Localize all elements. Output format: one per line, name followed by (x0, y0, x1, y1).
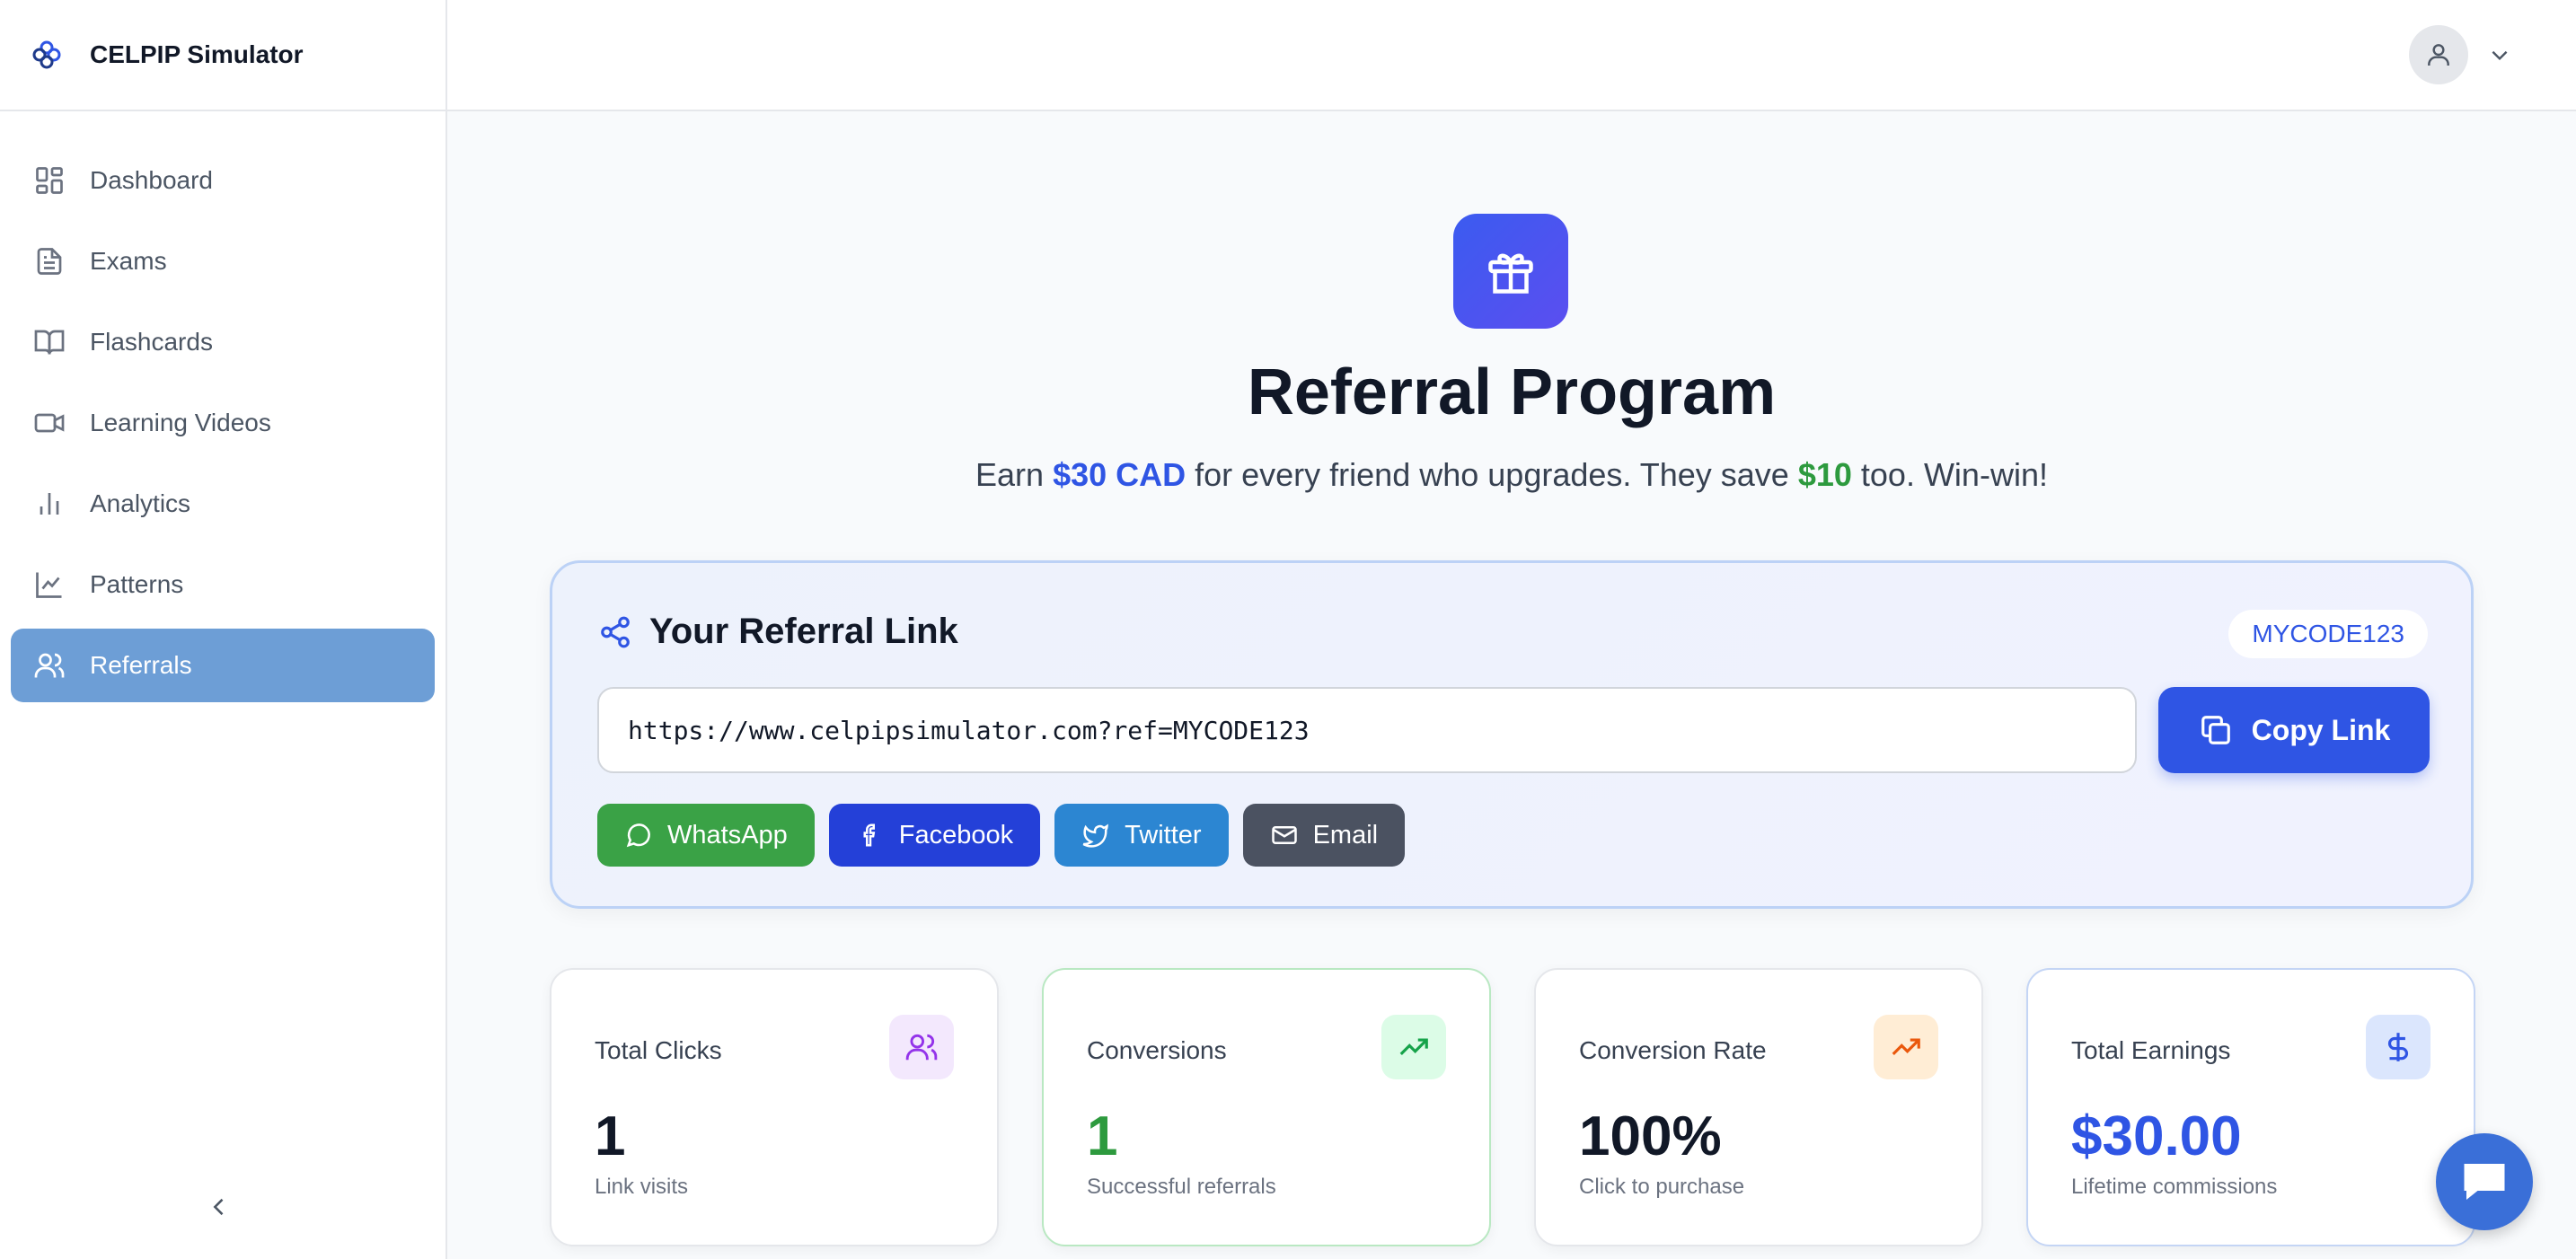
bar-chart-icon (32, 487, 66, 521)
share-whatsapp-button[interactable]: WhatsApp (597, 804, 815, 867)
sidebar-item-label: Patterns (90, 570, 184, 598)
trending-up-icon (1874, 1015, 1938, 1079)
brand[interactable]: CELPIP Simulator (0, 0, 446, 111)
sidebar-item-flashcards[interactable]: Flashcards (11, 305, 435, 379)
stat-subtext: Click to purchase (1579, 1175, 1745, 1199)
top-bar (447, 0, 2576, 111)
referral-link-input[interactable]: https://www.celpipsimulator.com?ref=MYCO… (597, 687, 2137, 773)
stat-value: 100% (1579, 1105, 1722, 1167)
stat-label: Total Earnings (2071, 1036, 2231, 1064)
line-chart-icon (32, 568, 66, 602)
dollar-icon (2366, 1015, 2430, 1079)
stat-label: Conversions (1087, 1036, 1227, 1064)
chevron-down-icon[interactable] (2486, 41, 2513, 68)
subtitle-text: Earn (975, 456, 1054, 493)
referral-link-title: Your Referral Link (649, 612, 958, 651)
referral-link-card: Your Referral Link MYCODE123 https://www… (550, 560, 2474, 909)
sidebar-item-label: Analytics (90, 489, 191, 517)
users-icon (889, 1015, 954, 1079)
facebook-icon (856, 821, 885, 850)
share-icon (597, 614, 633, 650)
sidebar-item-learning-videos[interactable]: Learning Videos (11, 386, 435, 460)
copy-link-label: Copy Link (2251, 713, 2391, 746)
sidebar-item-label: Exams (90, 247, 167, 275)
sidebar-item-dashboard[interactable]: Dashboard (11, 144, 435, 217)
discount-amount: $10 (1797, 456, 1852, 493)
sidebar-item-referrals[interactable]: Referrals (11, 629, 435, 702)
share-buttons: WhatsApp Facebook Twitter Email (597, 804, 1419, 867)
book-icon (32, 325, 66, 359)
whatsapp-icon (624, 821, 653, 850)
logo-icon (31, 39, 63, 71)
stat-label: Total Clicks (595, 1036, 722, 1064)
gift-icon (1453, 214, 1568, 329)
copy-link-button[interactable]: Copy Link (2158, 687, 2430, 773)
sidebar-nav: Dashboard Exams Flashcards Learning Vide… (0, 144, 446, 702)
sidebar-item-exams[interactable]: Exams (11, 225, 435, 298)
sidebar-item-label: Dashboard (90, 166, 213, 194)
sidebar-item-label: Learning Videos (90, 409, 271, 436)
stat-value: $30.00 (2071, 1105, 2242, 1167)
share-label: Facebook (898, 820, 1014, 850)
stat-card-conversion-rate: Conversion Rate 100% Click to purchase (1534, 968, 1983, 1246)
main-content: Referral Program Earn $30 CAD for every … (447, 111, 2576, 1259)
user-menu[interactable] (2409, 25, 2513, 84)
stat-subtext: Lifetime commissions (2071, 1175, 2278, 1199)
video-icon (32, 406, 66, 440)
referral-link-header: Your Referral Link (597, 612, 958, 652)
stat-subtext: Successful referrals (1087, 1175, 1276, 1199)
subtitle-text: for every friend who upgrades. They save (1186, 456, 1798, 493)
user-icon (2428, 44, 2449, 66)
avatar[interactable] (2409, 25, 2468, 84)
document-icon (32, 244, 66, 278)
sidebar-item-patterns[interactable]: Patterns (11, 548, 435, 621)
subtitle-text: too. Win-win! (1851, 456, 2048, 493)
stat-value: 1 (1087, 1105, 1118, 1167)
page-title: Referral Program (1247, 357, 1777, 428)
share-label: Twitter (1125, 820, 1202, 850)
dashboard-icon (32, 163, 66, 198)
sidebar-item-analytics[interactable]: Analytics (11, 467, 435, 541)
sidebar-item-label: Referrals (90, 651, 192, 679)
twitter-icon (1081, 821, 1110, 850)
stat-label: Conversion Rate (1579, 1036, 1767, 1064)
chat-icon (2464, 1164, 2505, 1200)
stat-card-total-clicks: Total Clicks 1 Link visits (550, 968, 999, 1246)
share-label: WhatsApp (667, 820, 788, 850)
stat-card-conversions: Conversions 1 Successful referrals (1042, 968, 1491, 1246)
stats-row: Total Clicks 1 Link visits Conversions 1… (550, 968, 2519, 1246)
copy-icon (2198, 712, 2234, 748)
stat-subtext: Link visits (595, 1175, 689, 1199)
share-email-button[interactable]: Email (1242, 804, 1406, 867)
brand-name: CELPIP Simulator (90, 40, 304, 68)
stat-value: 1 (595, 1105, 626, 1167)
share-facebook-button[interactable]: Facebook (828, 804, 1041, 867)
commission-amount: $30 CAD (1053, 456, 1187, 493)
trending-up-icon (1381, 1015, 1446, 1079)
collapse-sidebar-button[interactable] (203, 1191, 235, 1223)
chat-button[interactable] (2436, 1133, 2533, 1230)
sidebar-item-label: Flashcards (90, 328, 213, 356)
share-twitter-button[interactable]: Twitter (1054, 804, 1229, 867)
page-subtitle: Earn $30 CAD for every friend who upgrad… (447, 456, 2576, 494)
users-icon (32, 648, 66, 682)
chevron-left-icon (213, 1198, 224, 1216)
share-label: Email (1312, 820, 1379, 850)
sidebar: CELPIP Simulator Dashboard Exams Flashca… (0, 0, 447, 1259)
mail-icon (1270, 821, 1299, 850)
referral-code-badge: MYCODE123 (2228, 610, 2428, 658)
stat-card-total-earnings: Total Earnings $30.00 Lifetime commissio… (2026, 968, 2475, 1246)
